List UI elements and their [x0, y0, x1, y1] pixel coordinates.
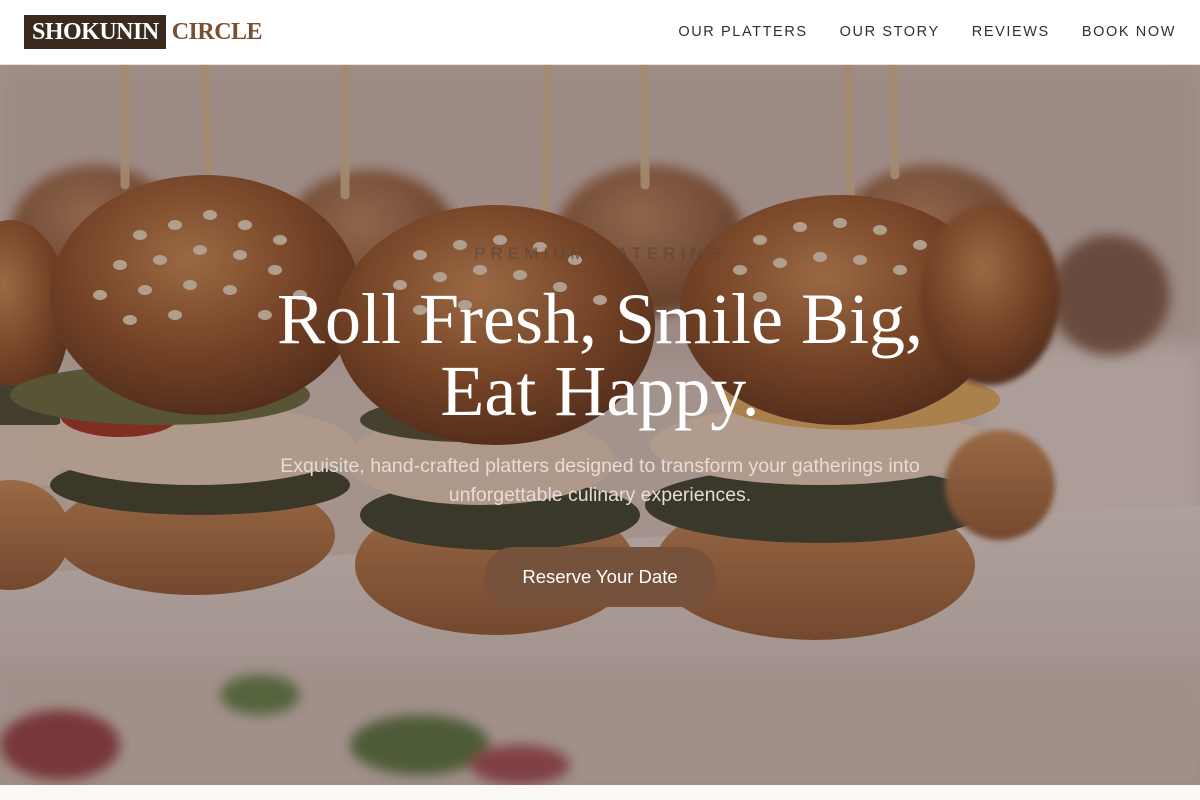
brand-logo[interactable]: SHOKUNIN CIRCLE [24, 15, 263, 49]
site-header: SHOKUNIN CIRCLE OUR PLATTERS OUR STORY R… [0, 0, 1200, 65]
nav-link-book-now[interactable]: BOOK NOW [1082, 24, 1176, 40]
hero-headline-line-1: Roll Fresh, Smile Big, [276, 279, 924, 359]
hero-section: PREMIUM CATERING Roll Fresh, Smile Big, … [0, 65, 1200, 785]
main-nav: OUR PLATTERS OUR STORY REVIEWS BOOK NOW [678, 24, 1176, 40]
logo-boxed-text: SHOKUNIN [24, 15, 166, 49]
next-section-edge [0, 785, 1200, 800]
logo-rest-text: CIRCLE [171, 19, 263, 45]
nav-link-reviews[interactable]: REVIEWS [972, 24, 1050, 40]
hero-eyebrow-text: PREMIUM CATERING [474, 244, 726, 263]
hero-headline-line-2: Eat Happy. [440, 351, 760, 431]
nav-link-our-story[interactable]: OUR STORY [840, 24, 940, 40]
nav-link-our-platters[interactable]: OUR PLATTERS [678, 24, 807, 40]
hero-headline: Roll Fresh, Smile Big, Eat Happy. [0, 283, 1200, 427]
hero-content: PREMIUM CATERING Roll Fresh, Smile Big, … [0, 65, 1200, 785]
hero-subtitle: Exquisite, hand-crafted platters designe… [280, 455, 920, 506]
reserve-date-button[interactable]: Reserve Your Date [484, 547, 716, 607]
